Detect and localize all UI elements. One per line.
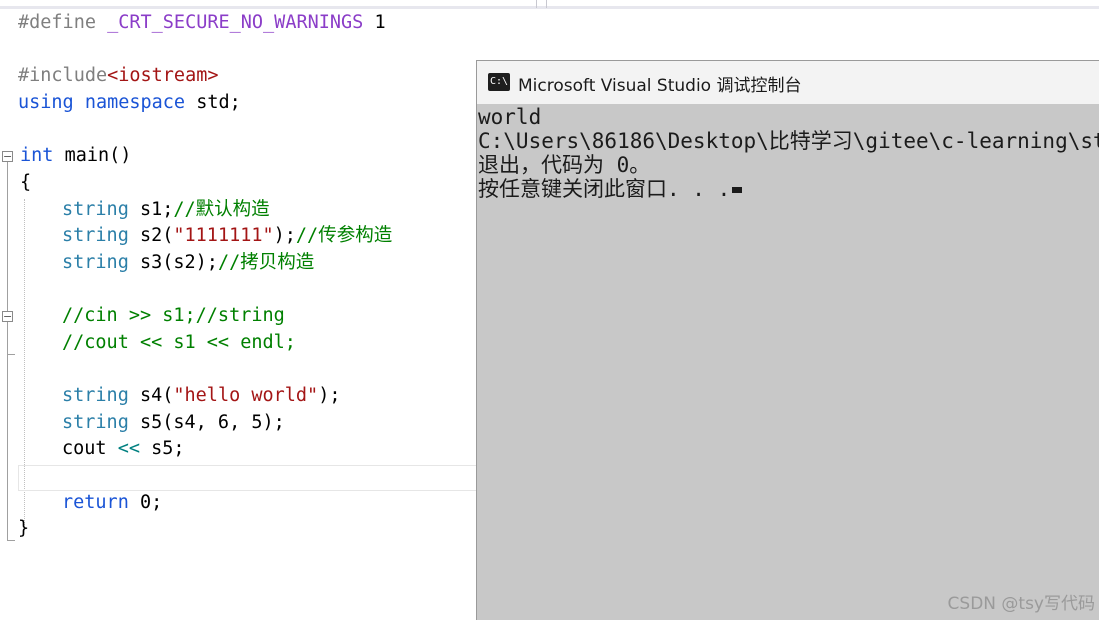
code-line-s2: string s2("1111111");//传参构造 (62, 223, 392, 249)
identifier: s2( (139, 225, 174, 246)
code-line-cout: cout << s5; (62, 436, 185, 462)
debug-console-window[interactable]: C:\ Microsoft Visual Studio 调试控制台 world C… (476, 60, 1099, 620)
collapse-comment-icon[interactable]: − (2, 311, 13, 322)
console-output-line: 按任意键关闭此窗口. . . (478, 177, 1099, 201)
fold-guide-end (7, 540, 15, 541)
current-line-highlight (18, 465, 476, 491)
code-line-cout-comment: //cout << s1 << endl; (62, 330, 296, 356)
type-name: string (62, 412, 129, 433)
code-line-close-brace: } (18, 516, 29, 542)
collapse-main-icon[interactable]: − (2, 151, 13, 162)
console-title: Microsoft Visual Studio 调试控制台 (518, 76, 802, 96)
operator: << (117, 438, 140, 459)
comment: //传参构造 (295, 225, 393, 246)
tab-separator (546, 0, 547, 8)
preprocessor-directive: #include (18, 65, 108, 86)
string-literal: "1111111" (173, 225, 274, 246)
tab-separator (536, 0, 537, 8)
console-prompt-text: 按任意键关闭此窗口. . . (478, 177, 731, 201)
fold-guide (7, 171, 8, 541)
console-app-icon: C:\ (488, 73, 510, 91)
include-header: <iostream> (107, 65, 219, 86)
code-line-s3: string s3(s2);//拷贝构造 (62, 250, 314, 276)
code-line-cin-comment: //cin >> s1;//string (62, 303, 285, 329)
comment: //拷贝构造 (217, 252, 315, 273)
macro-name: _CRT_SECURE_NO_WARNINGS (107, 12, 364, 33)
code-line-main: int main() (20, 143, 131, 169)
console-cursor (732, 187, 743, 193)
type-name: string (62, 199, 129, 220)
identifier: cout (62, 438, 107, 459)
preprocessor-directive: #define (18, 12, 96, 33)
code-line-s4: string s4("hello world"); (62, 383, 340, 409)
identifier: s1; (139, 199, 174, 220)
console-titlebar[interactable]: C:\ Microsoft Visual Studio 调试控制台 (477, 61, 1099, 104)
code-line-include: #include<iostream> (18, 63, 219, 89)
code-line-s5: string s5(s4, 6, 5); (62, 410, 285, 436)
code-line-return: return 0; (62, 490, 162, 516)
keyword: using namespace (18, 92, 186, 113)
console-output: world C:\Users\86186\Desktop\比特学习\gitee\c… (478, 105, 1099, 201)
type-name: string (62, 252, 129, 273)
fold-guide-end (7, 354, 15, 355)
code-line-open-brace: { (20, 170, 31, 196)
type-name: string (62, 225, 129, 246)
console-output-line: 退出，代码为 0。 (478, 153, 651, 177)
code-line-s1: string s1;//默认构造 (62, 197, 270, 223)
top-tab-strip (0, 0, 1099, 9)
comment: //cout << s1 << endl; (62, 332, 296, 353)
return-value: 0; (139, 492, 163, 513)
brace: } (18, 518, 30, 539)
identifier: s5(s4, 6, 5); (139, 412, 285, 433)
watermark: CSDN @tsy写代码 (947, 594, 1095, 614)
identifier: s4( (139, 385, 174, 406)
macro-value: 1 (374, 12, 386, 33)
identifier: s5; (151, 438, 185, 459)
comment: //cin >> s1;//string (62, 305, 285, 326)
code-line-using: using namespace std; (18, 90, 241, 116)
console-output-line: C:\Users\86186\Desktop\比特学习\gitee\c-lear… (478, 129, 1099, 153)
identifier: std; (196, 92, 241, 113)
function-name: main() (64, 145, 132, 166)
punctuation: ); (273, 225, 296, 246)
brace: { (20, 172, 32, 193)
identifier: s3(s2); (139, 252, 218, 273)
punctuation: ); (318, 385, 341, 406)
code-line-define: #define _CRT_SECURE_NO_WARNINGS 1 (18, 10, 386, 36)
console-output-line: world (478, 105, 542, 129)
keyword: return (62, 492, 129, 513)
type-name: string (62, 385, 129, 406)
comment: //默认构造 (173, 199, 270, 220)
keyword: int (20, 145, 54, 166)
string-literal: "hello world" (173, 385, 319, 406)
